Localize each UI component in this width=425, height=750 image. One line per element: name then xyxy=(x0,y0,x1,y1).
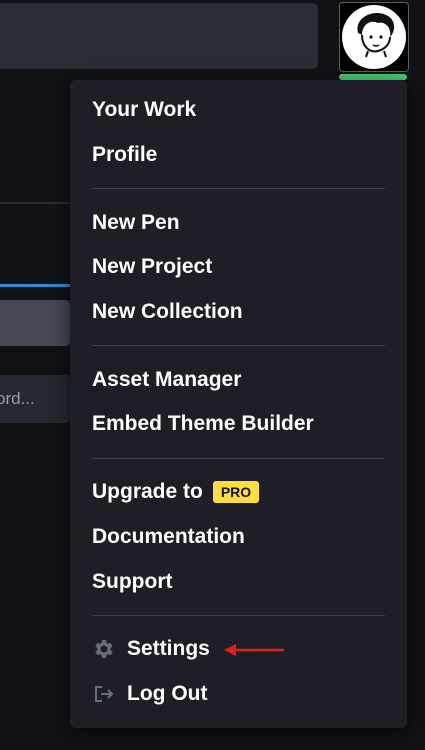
gear-icon xyxy=(92,637,116,661)
user-avatar-button[interactable] xyxy=(339,2,409,80)
menu-divider xyxy=(92,614,385,616)
menu-item-label: Your Work xyxy=(92,98,197,122)
search-bar[interactable] xyxy=(0,3,318,69)
menu-item-label: Support xyxy=(92,569,173,593)
pro-badge: PRO xyxy=(212,481,260,504)
menu-item-label: New Collection xyxy=(92,300,243,324)
avatar-image xyxy=(342,5,406,69)
menu-item-label: Embed Theme Builder xyxy=(92,412,314,436)
menu-item-label: Upgrade to xyxy=(92,480,203,504)
menu-item-new-pen[interactable]: New Pen xyxy=(92,200,385,245)
menu-item-label: New Project xyxy=(92,255,213,279)
background-input-placeholder: ord... xyxy=(0,389,35,408)
menu-item-label: Asset Manager xyxy=(92,367,242,391)
background-tab-indicator xyxy=(0,284,70,287)
avatar-drawing-icon xyxy=(357,13,395,58)
menu-item-your-work[interactable]: Your Work xyxy=(92,88,385,133)
menu-item-asset-manager[interactable]: Asset Manager xyxy=(92,357,385,402)
menu-item-label: Profile xyxy=(92,143,158,167)
menu-item-upgrade[interactable]: Upgrade to PRO xyxy=(92,470,385,515)
annotation-arrow-icon xyxy=(224,644,284,656)
menu-item-log-out[interactable]: Log Out xyxy=(92,672,385,717)
menu-item-documentation[interactable]: Documentation xyxy=(92,515,385,560)
menu-item-label: Settings xyxy=(127,637,210,661)
menu-divider xyxy=(92,457,385,459)
background-input[interactable]: ord... xyxy=(0,375,70,423)
menu-divider xyxy=(92,188,385,190)
menu-item-label: Log Out xyxy=(127,681,208,705)
menu-item-label: New Pen xyxy=(92,210,180,234)
background-divider xyxy=(0,202,70,204)
menu-item-embed-theme-builder[interactable]: Embed Theme Builder xyxy=(92,402,385,447)
avatar xyxy=(339,2,409,72)
menu-item-label: Documentation xyxy=(92,524,245,548)
user-dropdown-menu: Your Work Profile New Pen New Project Ne… xyxy=(70,80,407,728)
menu-divider xyxy=(92,345,385,347)
menu-item-support[interactable]: Support xyxy=(92,559,385,604)
logout-icon xyxy=(92,682,116,706)
background-field[interactable] xyxy=(0,300,70,346)
menu-item-profile[interactable]: Profile xyxy=(92,133,385,178)
menu-item-new-project[interactable]: New Project xyxy=(92,245,385,290)
menu-item-new-collection[interactable]: New Collection xyxy=(92,290,385,335)
